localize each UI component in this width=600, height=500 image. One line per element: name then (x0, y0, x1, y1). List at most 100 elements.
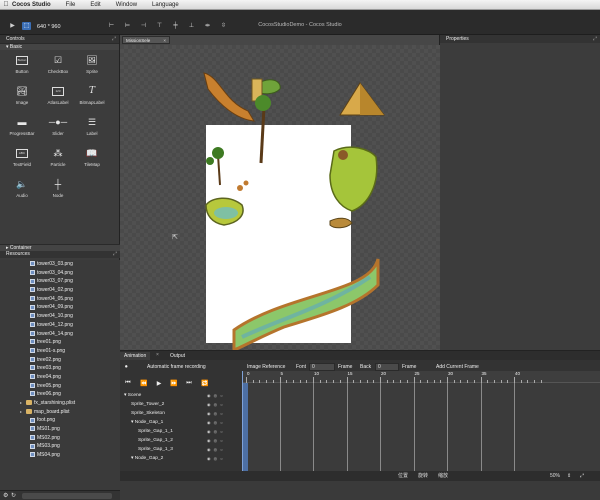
resource-item[interactable]: foot.png (0, 416, 120, 425)
visibility-lock-icons[interactable]: ◉ ◎ ○ (207, 445, 224, 454)
small-tree-sprite[interactable] (237, 185, 243, 191)
apple-icon[interactable]:  (0, 1, 12, 8)
add-current-frame-button[interactable]: Add Current Frame (436, 363, 479, 371)
control-button[interactable]: Button Button (6, 51, 38, 75)
control-audio[interactable]: 🔈 Audio (6, 175, 38, 199)
node-tree-row[interactable]: Sprite_Tower_2 ◉ ◎ ○ (120, 400, 242, 409)
control-slider[interactable]: ─●─ Slider (42, 113, 74, 137)
align-left-icon[interactable]: ⊢ (107, 22, 116, 30)
expand-icon[interactable]: ▸ (20, 408, 22, 417)
node-tree-row[interactable]: Sprite_Gap_1_2 ◉ ◎ ○ (120, 436, 242, 445)
align-bottom-icon[interactable]: ⊥ (187, 22, 196, 30)
loop-icon[interactable]: 🔁 (200, 380, 210, 387)
control-tilemap[interactable]: 📖 TileMap (76, 144, 108, 168)
resource-item[interactable]: tower03_07.png (0, 277, 120, 286)
play-anim-icon[interactable]: ▶ (154, 380, 164, 387)
back-input[interactable]: 0 (375, 363, 399, 371)
rock-sprite[interactable] (338, 150, 348, 160)
expand-icon[interactable]: ▸ (20, 399, 22, 408)
timeline-ruler[interactable]: 0 5 10 15 20 25 30 35 40 (242, 371, 600, 383)
resource-item[interactable]: tower03_04.png (0, 269, 120, 278)
close-tab-icon[interactable]: × (163, 37, 166, 44)
resource-item[interactable]: tree05.png (0, 382, 120, 391)
node-tree-row[interactable]: Sprite_Gap_1_1 ◉ ◎ ○ (120, 427, 242, 436)
control-node[interactable]: ┼ Node (42, 175, 74, 199)
control-checkbox[interactable]: ☑ CheckBox (42, 51, 74, 75)
select-tool-icon[interactable]: ⬚ (22, 22, 31, 30)
left-palm-leaves[interactable] (212, 147, 224, 159)
resource-item[interactable]: MS02.png (0, 434, 120, 443)
right-island-sprite[interactable] (329, 146, 378, 212)
palm-leaves[interactable] (255, 95, 271, 111)
distribute-h-icon[interactable]: ⇹ (203, 22, 212, 30)
resource-item[interactable]: MS01.png (0, 425, 120, 434)
visibility-lock-icons[interactable]: ◉ ◎ ○ (207, 436, 224, 445)
resource-search-input[interactable] (22, 493, 112, 499)
resource-item[interactable]: tree01.png (0, 338, 120, 347)
control-particle[interactable]: ⁂ Particle (42, 144, 74, 168)
close-tab-icon[interactable]: × (156, 352, 159, 358)
resource-item[interactable]: ▸ map_board.plist (0, 408, 120, 417)
section-container[interactable]: ▸ Container (0, 244, 120, 251)
node-tree-row[interactable]: Sprite_Gap_1_3 ◉ ◎ ○ (120, 445, 242, 454)
menu-window[interactable]: Window (116, 2, 137, 8)
prev-frame-icon[interactable]: ⏪ (139, 380, 149, 387)
align-top-icon[interactable]: ⊤ (155, 22, 164, 30)
control-textfield[interactable]: ABC TextField (6, 144, 38, 168)
panel-options-icon[interactable]: ⤢ (113, 251, 117, 258)
visibility-lock-icons[interactable]: ◉ ◎ ○ (207, 391, 224, 400)
node-tree-row[interactable]: ▾ Scene ◉ ◎ ○ (120, 391, 242, 400)
first-frame-icon[interactable]: ⏮ (123, 380, 133, 387)
small-ledge-sprite[interactable] (329, 217, 353, 229)
control-atlaslabel[interactable]: 123 AtlasLabel (42, 82, 74, 106)
play-icon[interactable]: ▶ (8, 22, 17, 30)
resource-item[interactable]: tower04_12.png (0, 321, 120, 330)
playhead[interactable] (242, 371, 243, 471)
resource-item[interactable]: tower04_10.png (0, 312, 120, 321)
align-right-icon[interactable]: ⊣ (139, 22, 148, 30)
menu-file[interactable]: File (66, 2, 76, 8)
menu-edit[interactable]: Edit (90, 2, 100, 8)
node-tree-row[interactable]: Sprite_Skeleton ◉ ◎ ○ (120, 409, 242, 418)
ledge-sprite[interactable] (203, 72, 255, 122)
resource-item[interactable]: tower04_05.png (0, 295, 120, 304)
resource-item[interactable]: tree04.png (0, 373, 120, 382)
tab-output[interactable]: Output (166, 352, 189, 360)
menu-language[interactable]: Language (152, 2, 179, 8)
resource-item[interactable]: MS03.png (0, 442, 120, 451)
timeline[interactable]: 0 5 10 15 20 25 30 35 40 (242, 371, 600, 471)
resolution-select[interactable]: 640 * 960 (37, 22, 80, 32)
resource-item[interactable]: tree03.png (0, 364, 120, 373)
resource-item[interactable]: tower04_09.png (0, 303, 120, 312)
resource-item[interactable]: tree01-s.png (0, 347, 120, 356)
node-tree-row[interactable]: ▾ Node_Gap_2 ◉ ◎ ○ (120, 454, 242, 463)
control-bitmaplabel[interactable]: T BitmapLabel (76, 82, 108, 106)
river-strip-sprite[interactable] (232, 258, 380, 350)
font-input[interactable]: 0 (309, 363, 335, 371)
resource-item[interactable]: tower04_14.png (0, 330, 120, 339)
control-label-item[interactable]: ☰ Label (76, 113, 108, 137)
settings-icon[interactable]: ⚙ (3, 492, 8, 499)
visibility-lock-icons[interactable]: ◉ ◎ ○ (207, 418, 224, 427)
control-progressbar[interactable]: ▬ ProgressBar (6, 113, 38, 137)
align-middle-icon[interactable]: ╪ (171, 22, 180, 30)
section-basic[interactable]: ▾ Basic (0, 43, 119, 50)
last-frame-icon[interactable]: ⏭ (184, 380, 194, 387)
panel-options-icon[interactable]: ⤢ (593, 35, 597, 43)
align-center-icon[interactable]: ⊨ (123, 22, 132, 30)
resource-item[interactable]: tree06.png (0, 390, 120, 399)
visibility-lock-icons[interactable]: ◉ ◎ ○ (207, 409, 224, 418)
menu-app[interactable]: Cocos Studio (12, 2, 51, 8)
visibility-lock-icons[interactable]: ◉ ◎ ○ (207, 454, 224, 463)
resource-item[interactable]: tower04_02.png (0, 286, 120, 295)
next-frame-icon[interactable]: ⏩ (169, 380, 179, 387)
control-sprite[interactable]: 🖼 Sprite (76, 51, 108, 75)
record-icon[interactable]: ⏺ (125, 363, 128, 371)
distribute-v-icon[interactable]: ⇳ (219, 22, 228, 30)
tab-animation[interactable]: Animation (120, 352, 151, 360)
auto-record-label[interactable]: Automatic frame recording (147, 363, 206, 371)
resource-item[interactable]: MS04.png (0, 451, 120, 460)
tab-missionselect[interactable]: MissionSele × (122, 36, 170, 44)
refresh-icon[interactable]: ↻ (11, 492, 16, 499)
canvas-area[interactable]: ⇱ (120, 45, 440, 350)
